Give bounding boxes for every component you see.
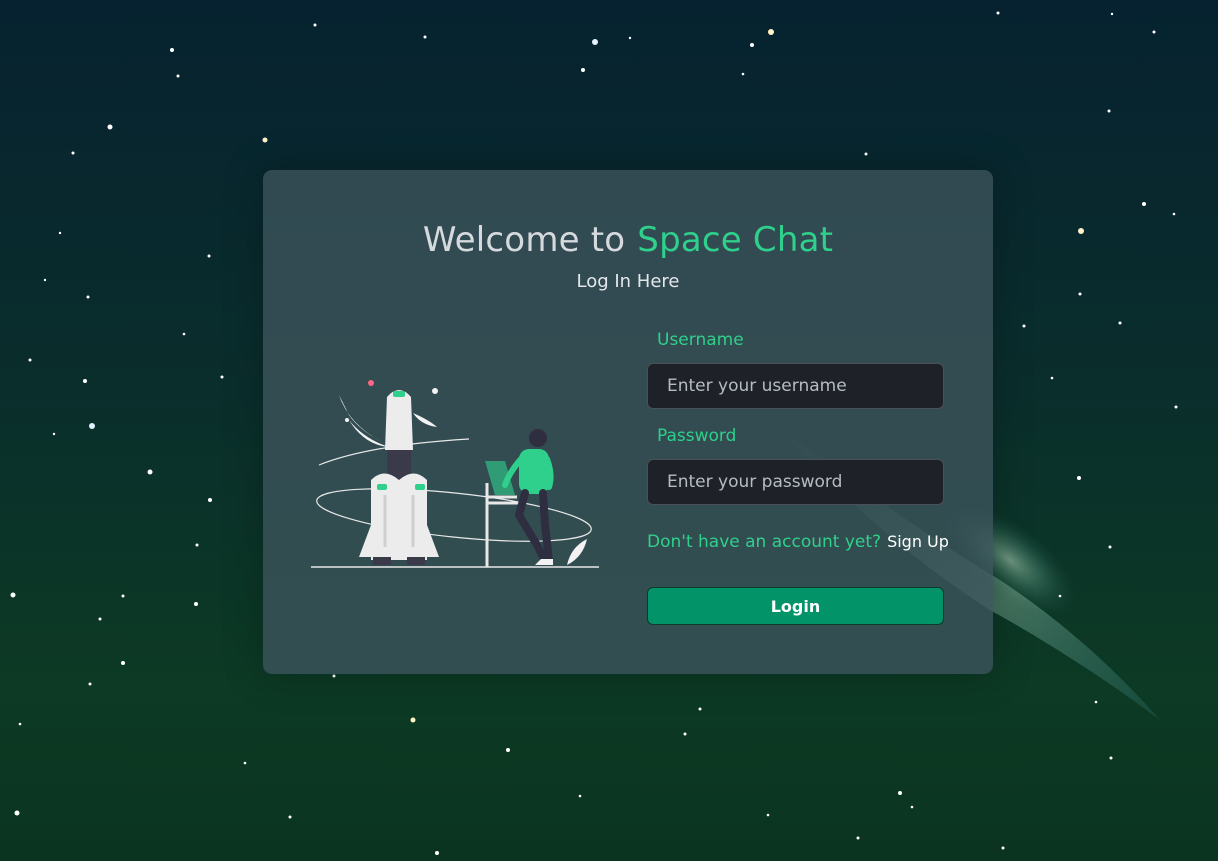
brand-name: Space Chat [637, 220, 834, 260]
password-input[interactable] [647, 459, 944, 505]
login-subtitle: Log In Here [576, 271, 680, 292]
username-label: Username [657, 330, 744, 350]
signup-link[interactable]: Sign Up [887, 532, 949, 551]
password-label: Password [657, 426, 737, 446]
signup-prompt: Don't have an account yet? [647, 532, 882, 552]
signup-row: Don't have an account yet? Sign Up [647, 531, 949, 553]
rocket-launch-illustration [311, 380, 599, 568]
welcome-text: Welcome to [422, 220, 626, 260]
login-card: Welcome to Space Chat Log In Here Userna… [263, 170, 993, 674]
page-title: Welcome to Space Chat [263, 218, 993, 262]
username-input[interactable] [647, 363, 944, 409]
login-button[interactable]: Login [647, 587, 944, 625]
